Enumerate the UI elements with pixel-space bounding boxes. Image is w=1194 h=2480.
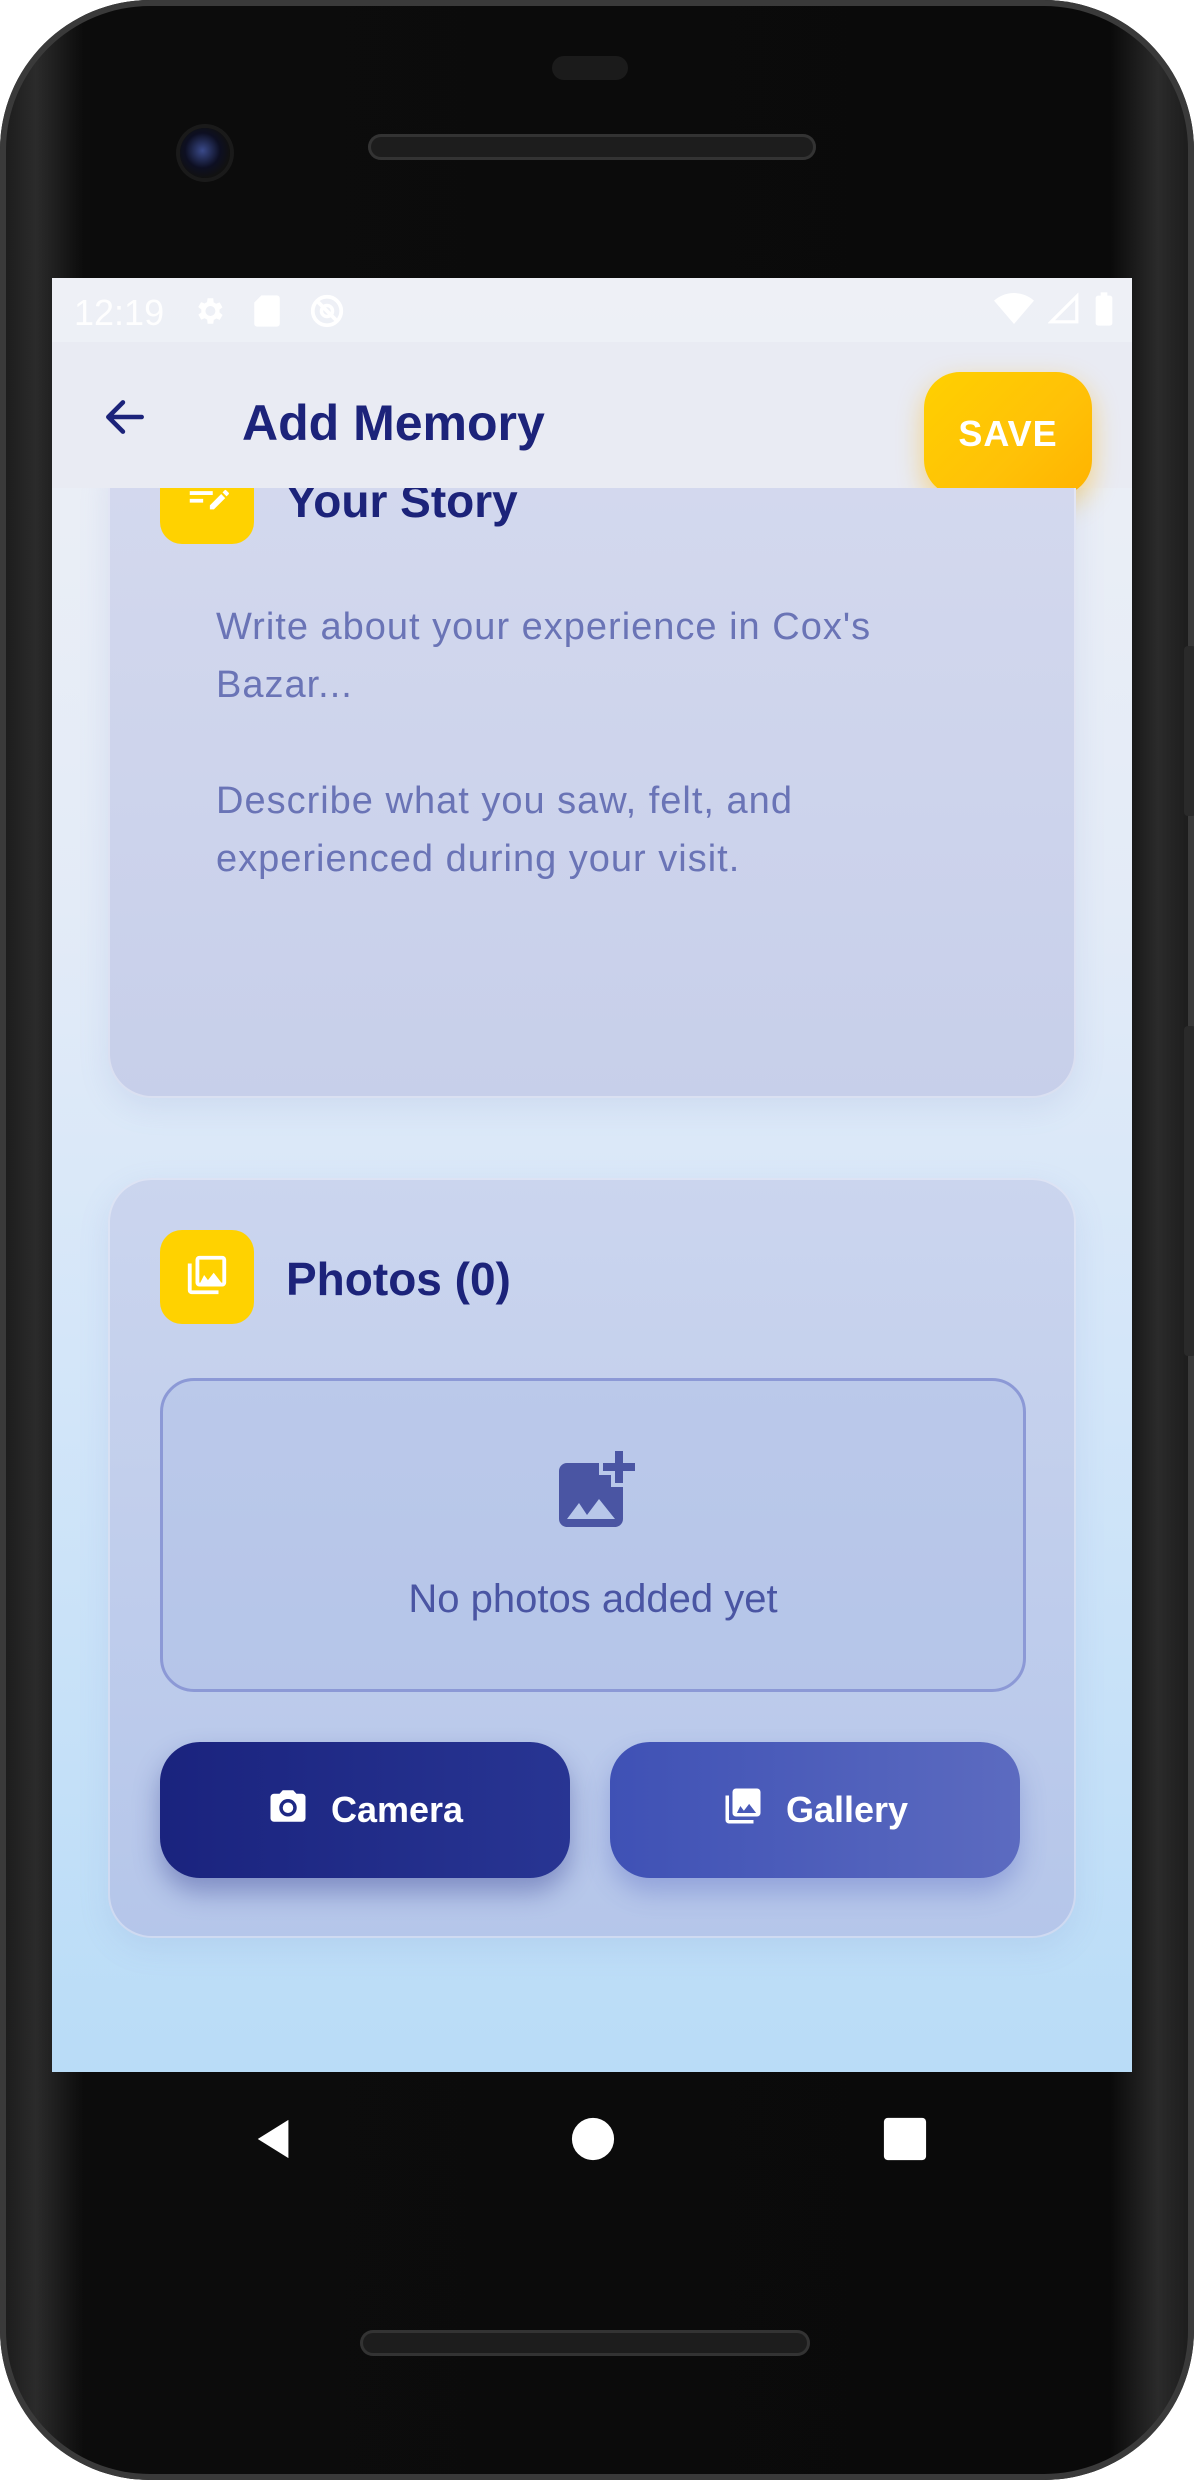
recents-square-icon[interactable] (882, 2116, 928, 2162)
save-button[interactable]: SAVE (924, 372, 1092, 496)
battery-icon (1094, 292, 1114, 331)
signal-icon (1047, 292, 1080, 331)
story-card: Your Story Write about your experience i… (108, 488, 1076, 1098)
story-icon-tile (160, 488, 254, 544)
earpiece-speaker (368, 134, 816, 160)
photo-dropzone[interactable]: No photos added yet (160, 1378, 1026, 1692)
gallery-label: Gallery (785, 1789, 909, 1830)
page-title: Add Memory (242, 395, 545, 451)
bottom-speaker (360, 2330, 810, 2356)
gallery-icon (722, 1785, 764, 1836)
front-camera (180, 128, 230, 178)
status-time: 12:19 (74, 292, 165, 333)
edit-note-icon (184, 488, 230, 523)
camera-icon (267, 1785, 309, 1836)
sensor-slit (552, 56, 628, 80)
arrow-left-icon (100, 392, 150, 447)
power-button (1184, 646, 1194, 816)
camera-label: Camera (330, 1789, 464, 1830)
app-bar: Add Memory SAVE (52, 342, 1132, 496)
gallery-button[interactable]: Gallery (610, 1742, 1020, 1878)
story-input[interactable]: Write about your experience in Cox's Baz… (216, 598, 996, 888)
status-bar: 12:19 (52, 278, 1132, 342)
empty-photos-text: No photos added yet (408, 1577, 778, 1621)
home-circle-icon[interactable] (570, 2116, 616, 2162)
wifi-icon (994, 292, 1034, 331)
photo-library-icon (184, 1252, 230, 1303)
camera-button[interactable]: Camera (160, 1742, 570, 1878)
photos-card: Photos (0) No photos added yet Camera Ga… (108, 1178, 1076, 1938)
screen: 12:19 Add Memory SAVE Your Story Write a… (52, 278, 1132, 2072)
system-nav-bar (52, 2072, 1132, 2202)
settings-icon (192, 294, 226, 333)
back-button[interactable] (92, 386, 158, 452)
sync-off-icon (308, 292, 346, 335)
photos-title: Photos (0) (286, 1253, 511, 1305)
back-triangle-icon[interactable] (252, 2116, 298, 2162)
sd-card-icon (252, 294, 282, 333)
photos-icon-tile (160, 1230, 254, 1324)
scroll-content[interactable]: Your Story Write about your experience i… (52, 488, 1132, 2072)
add-photo-icon (547, 1443, 643, 1544)
story-title: Your Story (286, 488, 518, 527)
volume-button (1184, 1026, 1194, 1356)
